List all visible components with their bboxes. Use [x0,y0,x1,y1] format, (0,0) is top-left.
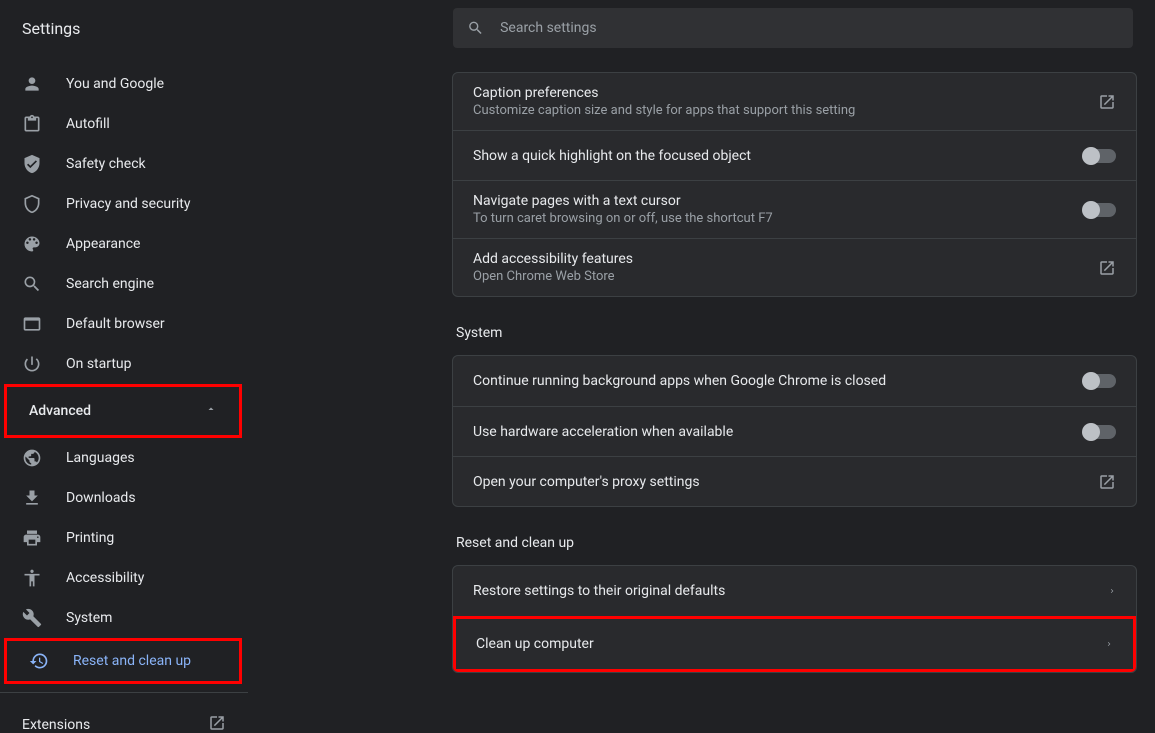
sidebar-item-label: Printing [66,530,114,546]
row-title: Use hardware acceleration when available [473,424,1072,440]
accessibility-card: Caption preferences Customize caption si… [452,72,1137,297]
row-clean-up-computer[interactable]: Clean up computer [456,619,1133,669]
sidebar-item-you-and-google[interactable]: You and Google [0,64,248,104]
sidebar-item-label: Search engine [66,276,154,292]
toggle-switch[interactable] [1084,203,1116,217]
page-title: Settings [22,19,80,38]
sidebar-item-privacy[interactable]: Privacy and security [0,184,248,224]
external-link-icon [1098,259,1116,277]
row-title: Navigate pages with a text cursor [473,193,1072,209]
row-title: Show a quick highlight on the focused ob… [473,148,1072,164]
search-input[interactable] [500,20,1119,36]
row-title: Clean up computer [476,636,1093,652]
sidebar-item-extensions[interactable]: Extensions [0,701,248,733]
main-content: Caption preferences Customize caption si… [248,56,1155,733]
toggle-switch[interactable] [1084,425,1116,439]
sidebar-item-label: System [66,610,112,626]
external-link-icon [1098,473,1116,491]
clipboard-icon [22,114,42,134]
row-title: Continue running background apps when Go… [473,373,1072,389]
system-card: Continue running background apps when Go… [452,355,1137,507]
sidebar-item-label: Extensions [22,717,90,733]
browser-icon [22,314,42,334]
sidebar-item-label: Privacy and security [66,196,190,212]
row-restore-defaults[interactable]: Restore settings to their original defau… [453,566,1136,616]
row-subtitle: To turn caret browsing on or off, use th… [473,211,1072,226]
row-subtitle: Customize caption size and style for app… [473,103,1086,118]
reset-card: Restore settings to their original defau… [452,565,1137,673]
row-background-apps[interactable]: Continue running background apps when Go… [453,356,1136,406]
shield-check-icon [22,154,42,174]
sidebar-item-label: Reset and clean up [73,653,191,669]
row-title: Open your computer's proxy settings [473,474,1086,490]
sidebar-item-label: On startup [66,356,132,372]
sidebar-item-languages[interactable]: Languages [0,438,248,478]
sidebar-item-appearance[interactable]: Appearance [0,224,248,264]
row-caption-preferences[interactable]: Caption preferences Customize caption si… [453,73,1136,130]
power-icon [22,354,42,374]
wrench-icon [22,608,42,628]
sidebar-item-safety-check[interactable]: Safety check [0,144,248,184]
chevron-up-icon [205,403,217,419]
sidebar-item-accessibility[interactable]: Accessibility [0,558,248,598]
sidebar-item-label: Languages [66,450,135,466]
sidebar-item-label: You and Google [66,76,164,92]
sidebar-item-autofill[interactable]: Autofill [0,104,248,144]
printer-icon [22,528,42,548]
search-icon [467,19,484,37]
row-proxy-settings[interactable]: Open your computer's proxy settings [453,456,1136,506]
section-title-system: System [456,325,1133,341]
sidebar-item-search-engine[interactable]: Search engine [0,264,248,304]
sidebar-section-advanced[interactable]: Advanced [7,387,239,435]
row-add-accessibility[interactable]: Add accessibility features Open Chrome W… [453,238,1136,296]
row-title: Restore settings to their original defau… [473,583,1096,599]
restore-icon [29,651,49,671]
sidebar-item-system[interactable]: System [0,598,248,638]
external-link-icon [1098,93,1116,111]
shield-icon [22,194,42,214]
sidebar-item-label: Downloads [66,490,136,506]
search-icon [22,274,42,294]
globe-icon [22,448,42,468]
divider [0,692,248,693]
section-title-reset: Reset and clean up [456,535,1133,551]
chevron-right-icon [1108,585,1116,597]
toggle-switch[interactable] [1084,374,1116,388]
row-hardware-accel[interactable]: Use hardware acceleration when available [453,406,1136,456]
sidebar-item-label: Autofill [66,116,110,132]
sidebar-item-downloads[interactable]: Downloads [0,478,248,518]
sidebar-item-printing[interactable]: Printing [0,518,248,558]
section-label: Advanced [29,403,91,419]
chevron-right-icon [1105,638,1113,650]
sidebar-item-reset[interactable]: Reset and clean up [7,641,239,681]
sidebar-item-label: Default browser [66,316,165,332]
row-title: Add accessibility features [473,251,1086,267]
accessibility-icon [22,568,42,588]
toggle-switch[interactable] [1084,149,1116,163]
palette-icon [22,234,42,254]
row-title: Caption preferences [473,85,1086,101]
sidebar-item-label: Appearance [66,236,140,252]
sidebar: You and Google Autofill Safety check Pri… [0,56,248,733]
row-subtitle: Open Chrome Web Store [473,269,1086,284]
search-box[interactable] [453,8,1133,48]
sidebar-item-default-browser[interactable]: Default browser [0,304,248,344]
header: Settings [0,0,1155,56]
row-quick-highlight[interactable]: Show a quick highlight on the focused ob… [453,130,1136,180]
person-icon [22,74,42,94]
sidebar-item-label: Safety check [66,156,146,172]
row-text-cursor[interactable]: Navigate pages with a text cursor To tur… [453,180,1136,238]
sidebar-item-on-startup[interactable]: On startup [0,344,248,384]
external-link-icon [208,714,226,733]
sidebar-item-label: Accessibility [66,570,144,586]
download-icon [22,488,42,508]
